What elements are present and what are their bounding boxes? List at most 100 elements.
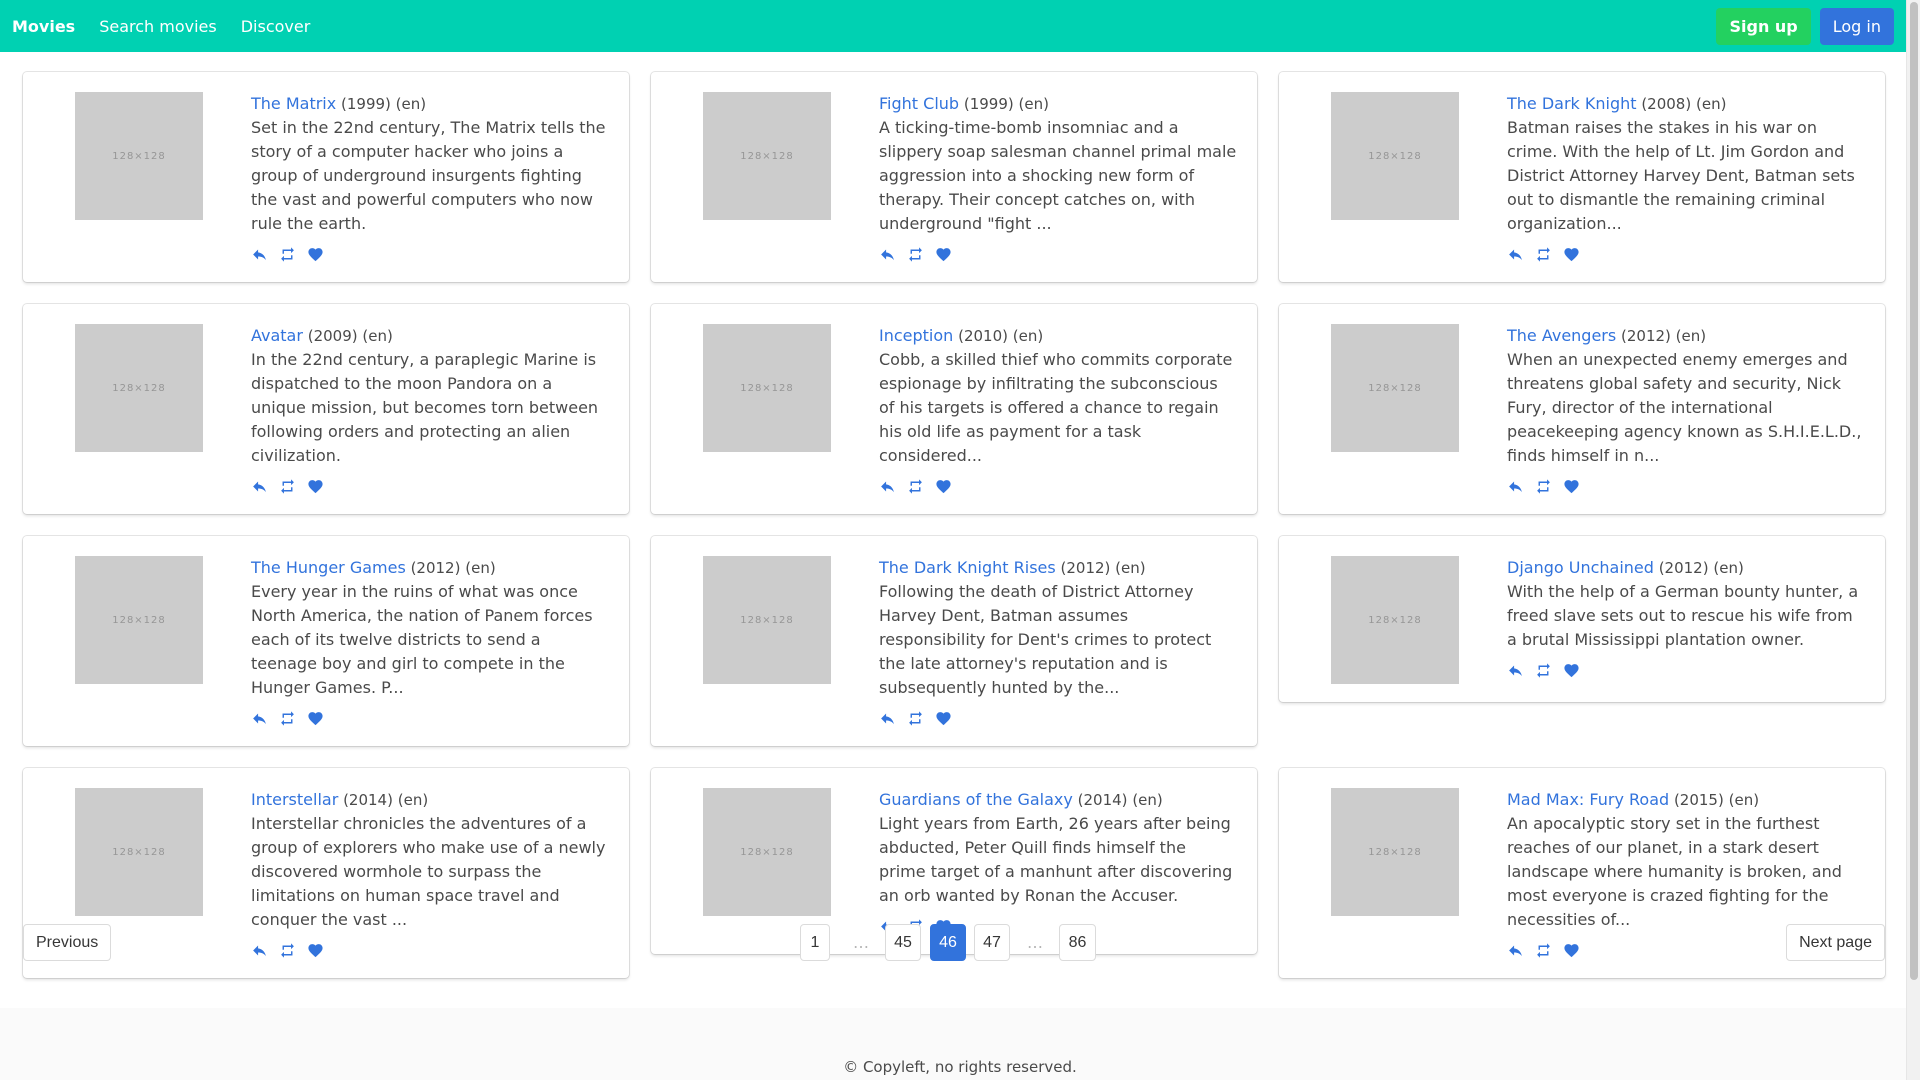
heart-icon[interactable] — [935, 478, 952, 495]
movie-actions — [251, 476, 609, 496]
reply-icon[interactable] — [1507, 246, 1524, 263]
movie-info: The Avengers (2012) (en) When an unexpec… — [1507, 324, 1865, 496]
footer: © Copyleft, no rights reserved. — [0, 1008, 1906, 1080]
movie-overview: Batman raises the stakes in his war on c… — [1507, 118, 1855, 233]
page-link-prev[interactable]: 45 — [885, 924, 921, 961]
movie-language: (en) — [1018, 95, 1049, 113]
movie-title-link[interactable]: The Dark Knight Rises — [879, 558, 1056, 577]
heart-icon[interactable] — [1563, 478, 1580, 495]
scrollbar-thumb[interactable] — [1910, 2, 1918, 980]
retweet-icon[interactable] — [279, 710, 296, 727]
nav-search-movies[interactable]: Search movies — [99, 17, 217, 36]
movie-year: (2012) — [1658, 559, 1709, 577]
poster-size-label: 128×128 — [1368, 614, 1422, 626]
heart-icon[interactable] — [1563, 662, 1580, 679]
heart-icon[interactable] — [1563, 246, 1580, 263]
movie-title-link[interactable]: The Hunger Games — [251, 558, 406, 577]
heart-icon[interactable] — [307, 478, 324, 495]
movie-card: 128×128 Avatar (2009) (en) In the 22nd c… — [23, 304, 629, 514]
movie-year: (2014) — [1077, 791, 1128, 809]
movie-overview: Interstellar chronicles the adventures o… — [251, 814, 606, 929]
movie-poster-placeholder: 128×128 — [75, 92, 203, 220]
heart-icon[interactable] — [935, 710, 952, 727]
login-button[interactable]: Log in — [1819, 7, 1894, 45]
movie-year: (2008) — [1641, 95, 1692, 113]
poster-size-label: 128×128 — [740, 382, 794, 394]
retweet-icon[interactable] — [1535, 246, 1552, 263]
movie-year: (1999) — [963, 95, 1014, 113]
movie-title-link[interactable]: Django Unchained — [1507, 558, 1654, 577]
movie-language: (en) — [1012, 327, 1044, 345]
reply-icon[interactable] — [251, 710, 268, 727]
footer-copyleft: © Copyleft, no rights reserved. — [843, 1058, 1077, 1076]
heart-icon[interactable] — [307, 710, 324, 727]
movie-actions — [879, 476, 1237, 496]
movie-poster-placeholder: 128×128 — [75, 788, 203, 916]
nav-brand-movies[interactable]: Movies — [12, 17, 75, 36]
movie-actions — [251, 708, 609, 728]
next-page-button[interactable]: Next page — [1786, 924, 1885, 961]
page-link-next[interactable]: 47 — [974, 924, 1010, 961]
retweet-icon[interactable] — [907, 246, 924, 263]
reply-icon[interactable] — [1507, 662, 1524, 679]
previous-page-button[interactable]: Previous — [23, 924, 112, 961]
retweet-icon[interactable] — [1535, 478, 1552, 495]
movie-info: The Dark Knight Rises (2012) (en) Follow… — [879, 556, 1237, 728]
movie-card: 128×128 The Matrix (1999) (en) Set in th… — [23, 72, 629, 282]
movie-title-link[interactable]: Mad Max: Fury Road — [1507, 790, 1669, 809]
reply-icon[interactable] — [251, 478, 268, 495]
movie-info: Inception (2010) (en) Cobb, a skilled th… — [879, 324, 1237, 496]
movie-actions — [1507, 660, 1865, 680]
reply-icon[interactable] — [879, 710, 896, 727]
movie-year: (2009) — [307, 327, 358, 345]
movie-actions — [1507, 244, 1865, 264]
page-link-last[interactable]: 86 — [1059, 924, 1096, 961]
movie-card: 128×128 Fight Club (1999) (en) A ticking… — [651, 72, 1257, 282]
heart-icon[interactable] — [307, 246, 324, 263]
movie-title-link[interactable]: Interstellar — [251, 790, 338, 809]
poster-size-label: 128×128 — [1368, 150, 1422, 162]
movie-title-link[interactable]: Avatar — [251, 326, 303, 345]
movie-title-link[interactable]: Guardians of the Galaxy — [879, 790, 1073, 809]
retweet-icon[interactable] — [907, 710, 924, 727]
movie-language: (en) — [1675, 327, 1707, 345]
movie-title-line: The Avengers (2012) (en) — [1507, 324, 1865, 348]
movie-title-link[interactable]: Fight Club — [879, 94, 959, 113]
reply-icon[interactable] — [879, 246, 896, 263]
heart-icon[interactable] — [935, 246, 952, 263]
movie-actions — [251, 244, 609, 264]
movie-year: (2012) — [1060, 559, 1111, 577]
signup-button[interactable]: Sign up — [1716, 7, 1811, 45]
movie-title-link[interactable]: Inception — [879, 326, 953, 345]
movie-poster-placeholder: 128×128 — [1331, 92, 1459, 220]
movie-info: Fight Club (1999) (en) A ticking-time-bo… — [879, 92, 1237, 264]
movie-title-link[interactable]: The Dark Knight — [1507, 94, 1637, 113]
movie-title-line: Mad Max: Fury Road (2015) (en) — [1507, 788, 1865, 812]
reply-icon[interactable] — [251, 246, 268, 263]
retweet-icon[interactable] — [279, 478, 296, 495]
movie-overview: In the 22nd century, a paraplegic Marine… — [251, 350, 599, 465]
reply-icon[interactable] — [1507, 478, 1524, 495]
pagination-ellipsis: … — [1027, 933, 1043, 952]
movie-title-link[interactable]: The Avengers — [1507, 326, 1616, 345]
movie-overview: With the help of a German bounty hunter,… — [1507, 582, 1859, 649]
movie-title-link[interactable]: The Matrix — [251, 94, 336, 113]
nav-discover[interactable]: Discover — [241, 17, 311, 36]
retweet-icon[interactable] — [907, 478, 924, 495]
movie-title-line: Avatar (2009) (en) — [251, 324, 609, 348]
page-link-first[interactable]: 1 — [800, 924, 830, 961]
reply-icon[interactable] — [879, 478, 896, 495]
poster-size-label: 128×128 — [112, 382, 166, 394]
page-scrollbar[interactable] — [1906, 0, 1920, 1080]
movie-language: (en) — [395, 95, 427, 113]
movie-card: 128×128 The Hunger Games (2012) (en) Eve… — [23, 536, 629, 746]
poster-size-label: 128×128 — [112, 150, 166, 162]
page-link-current[interactable]: 46 — [930, 924, 966, 961]
retweet-icon[interactable] — [279, 246, 296, 263]
retweet-icon[interactable] — [1535, 662, 1552, 679]
movie-title-line: Fight Club (1999) (en) — [879, 92, 1237, 116]
movie-title-line: Guardians of the Galaxy (2014) (en) — [879, 788, 1237, 812]
movie-overview: Cobb, a skilled thief who commits corpor… — [879, 350, 1233, 465]
movie-poster-placeholder: 128×128 — [703, 324, 831, 452]
movie-poster-placeholder: 128×128 — [1331, 556, 1459, 684]
